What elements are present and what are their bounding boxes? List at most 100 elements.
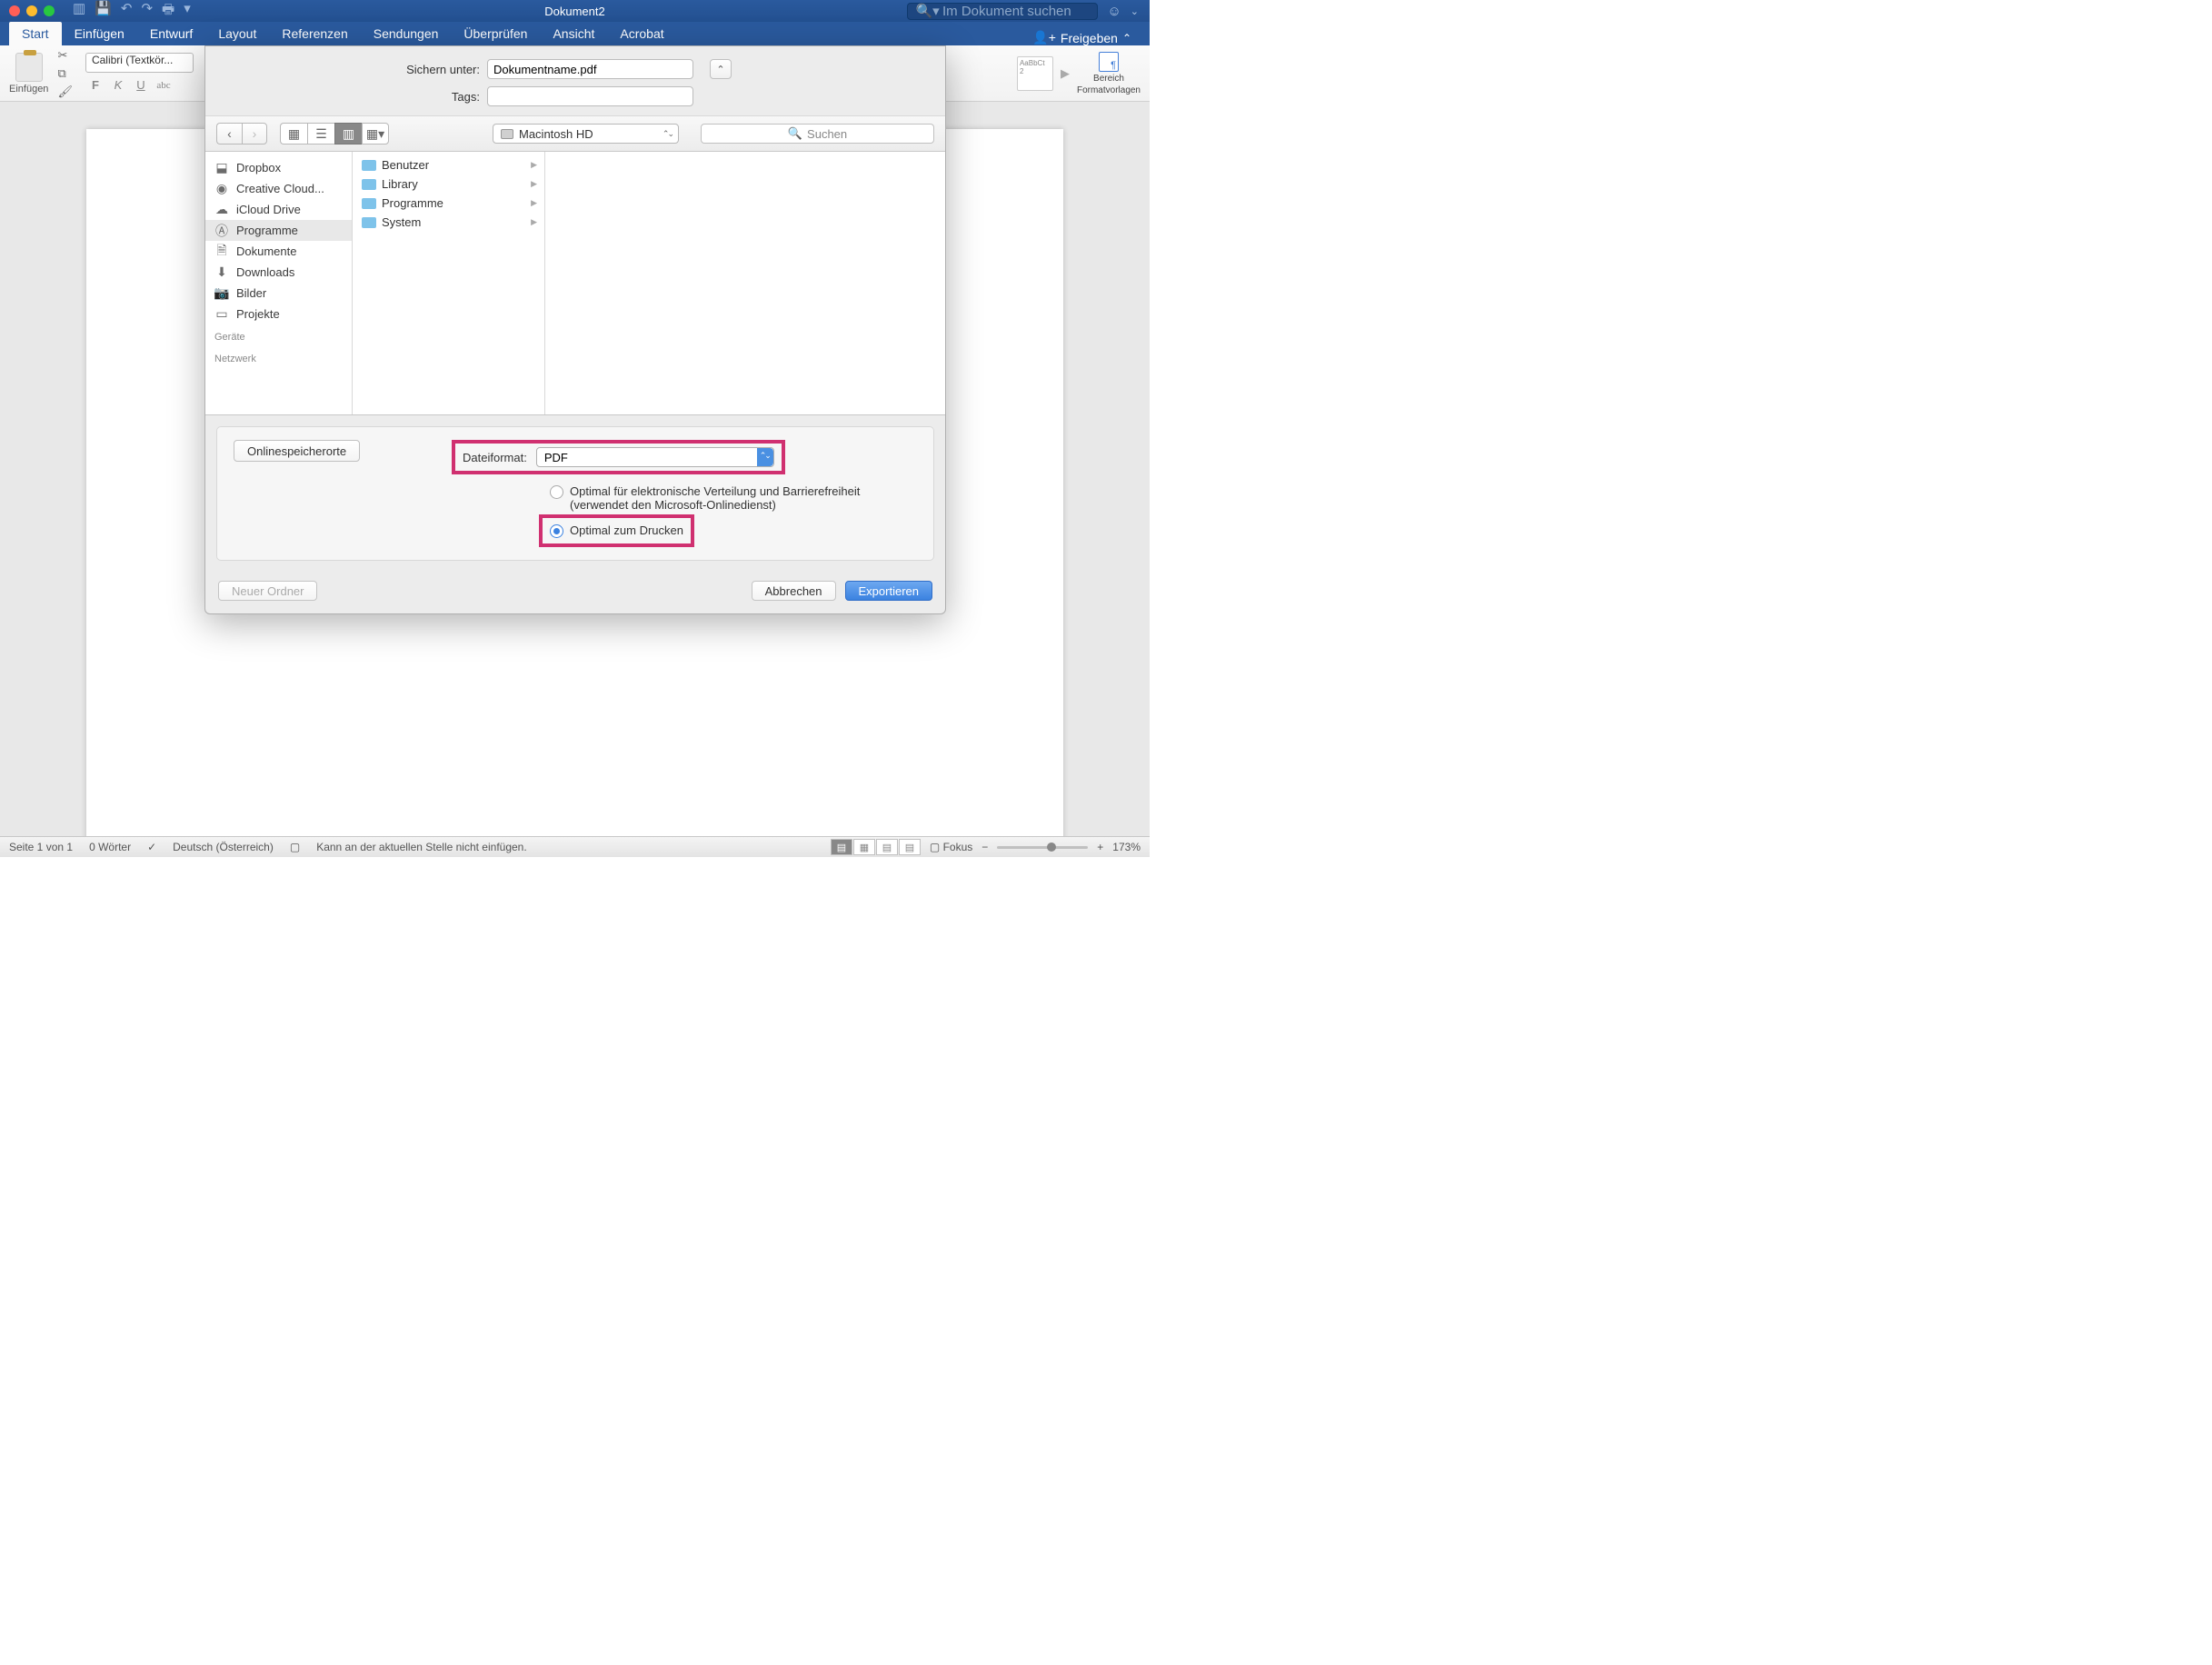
- style-next-icon[interactable]: ▶: [1061, 66, 1070, 81]
- feedback-icon[interactable]: ☺: [1107, 4, 1121, 19]
- word-count[interactable]: 0 Wörter: [89, 841, 131, 853]
- cut-icon[interactable]: ✂: [57, 48, 73, 63]
- collapse-button[interactable]: ⌃: [710, 59, 732, 79]
- column-view-button[interactable]: ▥: [334, 123, 362, 145]
- language-indicator[interactable]: Deutsch (Österreich): [173, 841, 274, 853]
- docs-icon: 🗎: [214, 245, 229, 258]
- gallery-view-button[interactable]: ▦▾: [362, 123, 389, 145]
- sidebar-item-projects[interactable]: ▭Projekte: [205, 304, 352, 324]
- forward-button[interactable]: ›: [242, 123, 267, 145]
- search-icon: 🔍: [788, 126, 802, 141]
- new-folder-button[interactable]: Neuer Ordner: [218, 581, 317, 601]
- save-dialog: Sichern unter: ⌃ Tags: ‹ › ▦ ☰ ▥ ▦▾ Maci…: [204, 45, 946, 614]
- folder-icon: [362, 160, 376, 171]
- radio-icon: [550, 485, 563, 499]
- save-icon[interactable]: 💾: [95, 0, 112, 23]
- devices-header: Geräte: [205, 324, 352, 346]
- underline-button[interactable]: U: [131, 76, 151, 95]
- search-icon: 🔍▾: [915, 3, 939, 19]
- folder-benutzer[interactable]: Benutzer: [353, 155, 544, 174]
- sidebar-toggle-icon[interactable]: ▥: [73, 0, 85, 23]
- finder-toolbar: ‹ › ▦ ☰ ▥ ▦▾ Macintosh HD 🔍 Suchen: [205, 115, 945, 152]
- window-controls: [0, 5, 55, 16]
- dialog-buttons: Neuer Ordner Abbrechen Exportieren: [205, 572, 945, 613]
- styles-pane-button[interactable]: Bereich Formatvorlagen: [1077, 52, 1141, 95]
- sidebar-item-documents[interactable]: 🗎Dokumente: [205, 241, 352, 262]
- minimize-icon[interactable]: [26, 5, 37, 16]
- list-view-button[interactable]: ☰: [307, 123, 334, 145]
- accessibility-icon[interactable]: ▢: [290, 841, 300, 853]
- close-icon[interactable]: [9, 5, 20, 16]
- options-panel: Onlinespeicherorte Dateiformat: PDF Opti…: [205, 415, 945, 572]
- cancel-button[interactable]: Abbrechen: [752, 581, 836, 601]
- tab-mailings[interactable]: Sendungen: [361, 22, 452, 45]
- tab-design[interactable]: Entwurf: [137, 22, 205, 45]
- print-layout-view-icon[interactable]: ▤: [831, 839, 852, 855]
- copy-icon[interactable]: ⧉: [57, 66, 73, 81]
- tab-acrobat[interactable]: Acrobat: [607, 22, 676, 45]
- finder-search-input[interactable]: 🔍 Suchen: [701, 124, 934, 144]
- format-highlight: Dateiformat: PDF: [452, 440, 785, 474]
- location-selector[interactable]: Macintosh HD: [493, 124, 679, 144]
- search-input[interactable]: 🔍▾ Im Dokument suchen: [907, 3, 1098, 20]
- redo-icon[interactable]: ↷: [141, 0, 153, 23]
- format-painter-icon[interactable]: 🖌: [57, 85, 73, 99]
- filename-input[interactable]: [487, 59, 693, 79]
- online-storage-button[interactable]: Onlinespeicherorte: [234, 440, 360, 462]
- spellcheck-icon[interactable]: ✓: [147, 841, 156, 853]
- chevron-up-icon[interactable]: ⌃: [1122, 32, 1131, 45]
- sidebar-item-creative-cloud[interactable]: ◉Creative Cloud...: [205, 178, 352, 199]
- format-selector[interactable]: PDF: [536, 447, 774, 467]
- sidebar-item-pictures[interactable]: 📷Bilder: [205, 283, 352, 304]
- format-label: Dateiformat:: [463, 451, 527, 464]
- statusbar: Seite 1 von 1 0 Wörter ✓ Deutsch (Österr…: [0, 836, 1150, 857]
- titlebar: ▥ 💾 ↶ ↷ 🖶 ▾ Dokument2 🔍▾ Im Dokument suc…: [0, 0, 1150, 22]
- folder-icon: [362, 217, 376, 228]
- tab-review[interactable]: Überprüfen: [451, 22, 540, 45]
- outline-view-icon[interactable]: ▤: [876, 839, 898, 855]
- style-thumbnail[interactable]: AaBbCt 2: [1017, 56, 1053, 91]
- sidebar-item-programme[interactable]: ⒶProgramme: [205, 220, 352, 241]
- folder-library[interactable]: Library: [353, 174, 544, 194]
- overflow-icon[interactable]: ▾: [184, 0, 191, 23]
- hd-icon: [501, 129, 513, 139]
- tab-layout[interactable]: Layout: [205, 22, 269, 45]
- tab-insert[interactable]: Einfügen: [62, 22, 137, 45]
- radio-electronic[interactable]: Optimal für elektronische Verteilung und…: [550, 482, 917, 514]
- zoom-icon[interactable]: [44, 5, 55, 16]
- strike-button[interactable]: abc: [154, 76, 174, 95]
- save-as-label: Sichern unter:: [224, 63, 480, 76]
- sidebar-item-dropbox[interactable]: ⬓Dropbox: [205, 157, 352, 178]
- focus-button[interactable]: ▢ Fokus: [930, 841, 972, 853]
- tags-input[interactable]: [487, 86, 693, 106]
- print-icon[interactable]: 🖶: [162, 0, 174, 23]
- zoom-level[interactable]: 173%: [1112, 841, 1141, 853]
- camera-icon: 📷: [214, 287, 229, 300]
- font-selector[interactable]: Calibri (Textkör...: [85, 53, 194, 73]
- export-button[interactable]: Exportieren: [845, 581, 932, 601]
- share-button[interactable]: 👤+ Freigeben ⌃: [1032, 30, 1141, 45]
- zoom-slider[interactable]: [997, 846, 1088, 849]
- tab-view[interactable]: Ansicht: [540, 22, 607, 45]
- tab-start[interactable]: Start: [9, 22, 62, 45]
- folder-system[interactable]: System: [353, 213, 544, 232]
- undo-icon[interactable]: ↶: [121, 0, 133, 23]
- sidebar-item-icloud[interactable]: ☁iCloud Drive: [205, 199, 352, 220]
- cc-icon: ◉: [214, 183, 229, 195]
- paste-button[interactable]: Einfügen: [9, 53, 48, 95]
- folder-programme[interactable]: Programme: [353, 194, 544, 213]
- page-indicator[interactable]: Seite 1 von 1: [9, 841, 73, 853]
- zoom-in-icon[interactable]: +: [1097, 841, 1103, 853]
- draft-view-icon[interactable]: ▤: [899, 839, 921, 855]
- sidebar-item-downloads[interactable]: ⬇Downloads: [205, 262, 352, 283]
- tab-references[interactable]: Referenzen: [269, 22, 360, 45]
- share-icon: 👤+: [1032, 30, 1056, 45]
- feedback-chevron-icon[interactable]: ⌄: [1131, 5, 1139, 17]
- zoom-out-icon[interactable]: −: [981, 841, 988, 853]
- back-button[interactable]: ‹: [216, 123, 242, 145]
- radio-print[interactable]: Optimal zum Drucken: [550, 521, 683, 541]
- italic-button[interactable]: K: [108, 76, 128, 95]
- icon-view-button[interactable]: ▦: [280, 123, 307, 145]
- web-layout-view-icon[interactable]: ▦: [853, 839, 875, 855]
- bold-button[interactable]: F: [85, 76, 105, 95]
